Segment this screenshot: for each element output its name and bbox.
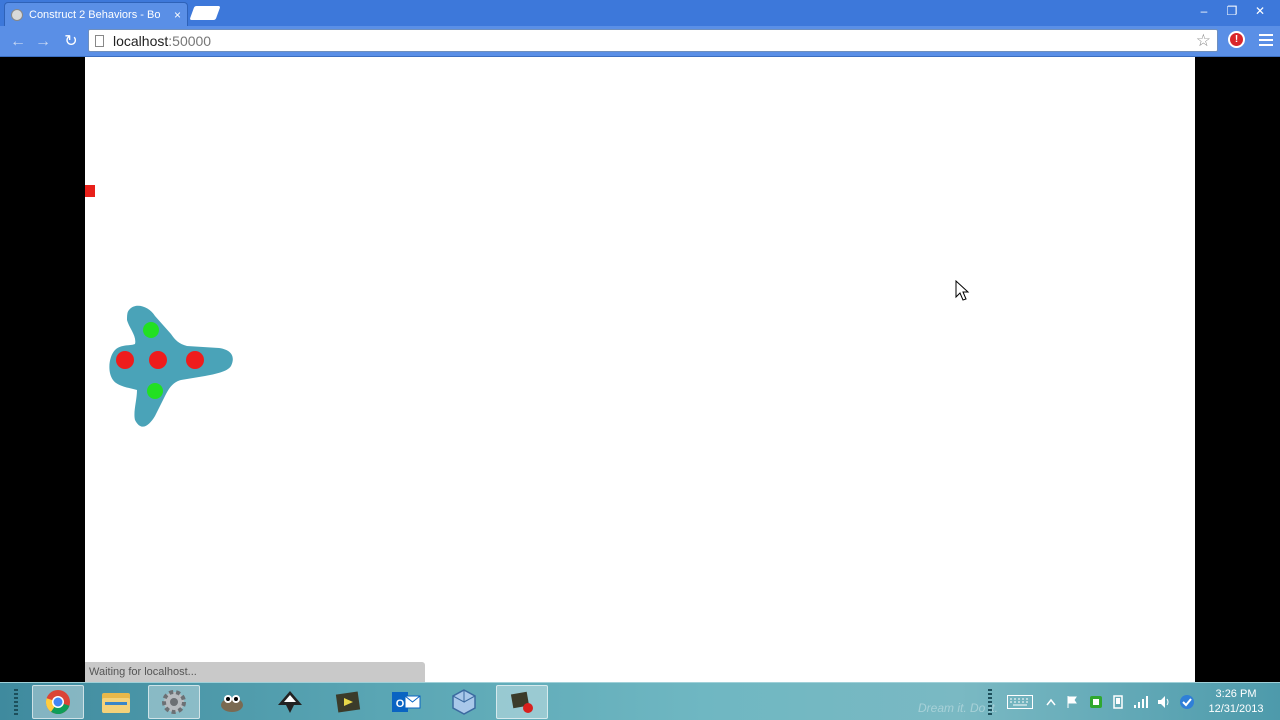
- new-tab-button[interactable]: [189, 6, 221, 20]
- browser-toolbar: ← → ↻ localhost:50000 ☆ !: [0, 26, 1280, 57]
- tray-utility-icon[interactable]: [1178, 694, 1196, 710]
- red-dot-middle: [149, 351, 167, 369]
- file-explorer-icon: [102, 693, 130, 713]
- url-port: :50000: [168, 32, 212, 49]
- url-host: localhost: [113, 32, 169, 49]
- red-dot-left: [116, 351, 134, 369]
- minimize-button[interactable]: ‒: [1190, 2, 1218, 20]
- tray-device-icon[interactable]: [1110, 694, 1126, 710]
- construct2-favicon-icon: [11, 8, 23, 21]
- svg-text:O: O: [396, 698, 405, 710]
- tab-title: Construct 2 Behaviors - Bo: [29, 8, 161, 21]
- tray-grip: [988, 689, 992, 715]
- taskbar-inkscape[interactable]: [264, 685, 316, 719]
- bullet-sprite: [85, 185, 95, 197]
- taskbar-clock[interactable]: 3:26 PM 12/31/2013: [1200, 687, 1272, 717]
- reload-button[interactable]: ↻: [61, 32, 81, 52]
- clock-time: 3:26 PM: [1215, 688, 1257, 700]
- hamburger-menu-icon[interactable]: [1259, 34, 1273, 46]
- gimp-icon: [221, 695, 243, 712]
- red-dot-right: [186, 351, 204, 369]
- green-dot-bottom: [147, 383, 163, 399]
- taskbar-construct2[interactable]: [322, 685, 374, 719]
- address-bar[interactable]: localhost:50000 ☆: [88, 29, 1218, 52]
- settings-gear-icon: [162, 690, 186, 714]
- browser-tabstrip: Construct 2 Behaviors - Bo × ‒ ❐ ✕: [0, 0, 1280, 26]
- recorder-icon: [510, 691, 533, 713]
- taskbar-outlook[interactable]: O: [380, 685, 432, 719]
- taskbar-grip: [14, 689, 18, 715]
- construct2-icon: [335, 691, 361, 713]
- taskbar-gimp[interactable]: [206, 685, 258, 719]
- browser-status-bar: Waiting for localhost...: [85, 662, 425, 682]
- taskbar-file-explorer[interactable]: [90, 685, 142, 719]
- clock-date: 12/31/2013: [1208, 703, 1264, 715]
- outlook-icon: O: [392, 692, 421, 712]
- tab-construct2-behaviors[interactable]: Construct 2 Behaviors - Bo ×: [4, 2, 188, 26]
- taskbar-chrome[interactable]: [32, 685, 84, 719]
- player-ship-sprite: [109, 305, 233, 427]
- mouse-cursor-icon: [955, 280, 970, 301]
- game-canvas[interactable]: Waiting for localhost...: [85, 57, 1195, 682]
- keyboard-icon[interactable]: [1006, 694, 1034, 710]
- virtualbox-icon: [452, 689, 476, 715]
- network-signal-icon[interactable]: [1132, 694, 1150, 710]
- action-center-flag-icon[interactable]: [1064, 694, 1080, 710]
- extension-icon[interactable]: !: [1228, 31, 1245, 48]
- bookmark-star-icon[interactable]: ☆: [1196, 31, 1211, 51]
- page-icon: [95, 34, 104, 47]
- forward-button[interactable]: →: [33, 32, 53, 52]
- tray-app-green-icon[interactable]: [1088, 694, 1104, 710]
- window-controls: ‒ ❐ ✕: [1190, 2, 1274, 20]
- close-window-button[interactable]: ✕: [1246, 2, 1274, 20]
- taskbar-recorder[interactable]: [496, 685, 548, 719]
- show-hidden-icons-icon[interactable]: [1044, 694, 1058, 710]
- taskbar-watermark: Dream it. Do it.: [918, 701, 999, 715]
- windows-taskbar: O Dream it. Do it. 3:26 PM 12/31/2013: [0, 682, 1280, 720]
- taskbar-virtualbox[interactable]: [438, 685, 490, 719]
- green-dot-top: [143, 322, 159, 338]
- restore-button[interactable]: ❐: [1218, 2, 1246, 20]
- taskbar-settings[interactable]: [148, 685, 200, 719]
- chrome-icon: [45, 690, 70, 715]
- volume-speaker-icon[interactable]: [1156, 694, 1172, 710]
- tab-close-icon[interactable]: ×: [174, 8, 181, 22]
- inkscape-icon: [278, 691, 302, 713]
- page-viewport: Waiting for localhost...: [0, 57, 1280, 682]
- back-button[interactable]: ←: [8, 32, 28, 52]
